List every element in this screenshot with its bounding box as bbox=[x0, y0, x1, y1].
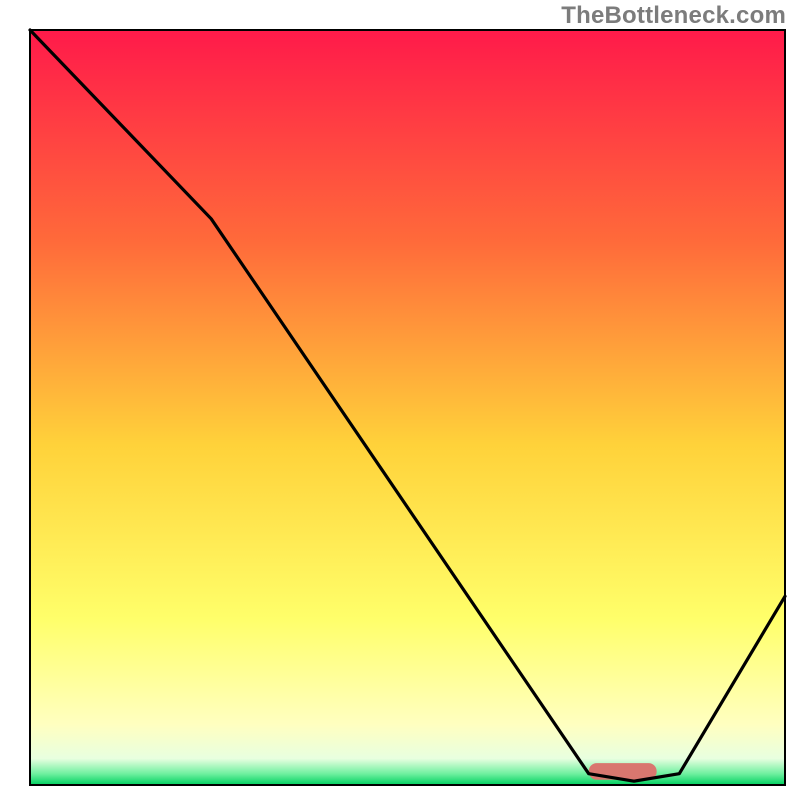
gradient-background bbox=[30, 30, 785, 785]
chart-container: TheBottleneck.com bbox=[0, 0, 800, 800]
optimum-marker bbox=[589, 763, 657, 780]
bottleneck-chart bbox=[0, 0, 800, 800]
